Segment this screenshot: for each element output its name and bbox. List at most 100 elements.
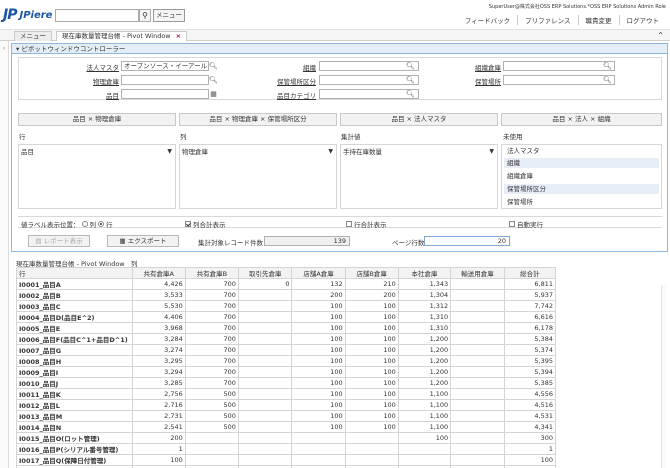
- report-button[interactable]: ▤ レポート表示: [28, 235, 90, 247]
- unused-item-org[interactable]: 組織: [504, 158, 659, 168]
- row-label-cell: I0016_品目P(シリアル番号管理): [16, 443, 133, 455]
- product-category-field[interactable]: [319, 89, 419, 99]
- autorun-checkbox[interactable]: [509, 221, 515, 227]
- column-header[interactable]: 総合計: [503, 267, 557, 279]
- jpiere-logo[interactable]: JP JPiere: [3, 6, 52, 24]
- global-search-input[interactable]: [55, 9, 139, 22]
- pivot-controller-header[interactable]: ▾ ピボットウィンドウコントローラー: [12, 44, 667, 54]
- search-icon[interactable]: 🔍︎: [603, 75, 612, 85]
- tab-menu[interactable]: メニュー: [14, 31, 52, 41]
- org-warehouse-label: 組織倉庫: [475, 64, 501, 72]
- value-cell: 700: [184, 289, 239, 301]
- combo-product-legal-entity[interactable]: 品目 × 法人マスタ: [340, 113, 498, 126]
- tab-pivot-label: 現在庫数量管理台帳 - Pivot Window: [62, 32, 171, 40]
- table-row[interactable]: I0010_品目J 3,285 700 100 100 1,200 5,385: [16, 377, 557, 389]
- triangle-down-icon[interactable]: ▼: [167, 147, 172, 157]
- value-cell: 5,394: [503, 366, 557, 378]
- search-icon[interactable]: 🔍︎: [209, 61, 218, 71]
- table-row[interactable]: I0001_品目A 4,426 700 0 132 210 1,343 6,811: [16, 278, 557, 290]
- row-field[interactable]: 品目 ▼: [21, 147, 173, 157]
- table-row[interactable]: I0011_品目K 2,756 500 100 100 1,100 4,556: [16, 388, 557, 400]
- table-row[interactable]: I0008_品目H 3,295 700 100 100 1,200 5,395: [16, 355, 557, 367]
- product-field[interactable]: [121, 89, 209, 99]
- physical-warehouse-field[interactable]: [121, 75, 209, 85]
- legal-entity-field[interactable]: オープンソース・イーアール: [121, 61, 209, 71]
- combo-product-legal-entity-org[interactable]: 品目 × 法人 × 組織: [501, 113, 662, 126]
- value-cell: 3,285: [131, 377, 186, 389]
- value-cell: 100: [344, 322, 399, 334]
- page-rows-label: ページ行数: [392, 239, 425, 247]
- storage-category-field[interactable]: [319, 75, 419, 85]
- col-total-checkbox[interactable]: [185, 221, 191, 227]
- autorun-option[interactable]: 自動実行: [509, 219, 543, 229]
- collapse-up-icon[interactable]: ⌃: [657, 31, 664, 40]
- row-zone-label: 行: [19, 133, 26, 141]
- table-row[interactable]: I0015_品目O(ロット管理) 200 100 300: [16, 432, 557, 444]
- column-header[interactable]: 共有倉庫B: [184, 267, 239, 279]
- close-icon[interactable]: ×: [176, 32, 181, 40]
- row-radio[interactable]: [98, 221, 104, 227]
- org-field[interactable]: [319, 61, 419, 71]
- column-header[interactable]: 取引先倉庫: [237, 267, 293, 279]
- unused-item-legal-entity[interactable]: 法人マスタ: [504, 146, 659, 156]
- triangle-down-icon[interactable]: ▼: [489, 147, 494, 157]
- column-header[interactable]: 本社倉庫: [397, 267, 452, 279]
- search-icon[interactable]: 🔍︎: [406, 75, 415, 85]
- agg-field[interactable]: 手持在庫数量 ▼: [343, 147, 495, 157]
- unused-dropzone[interactable]: 法人マスタ 組織 組織倉庫 保管場所区分 保管場所: [501, 144, 662, 209]
- col-dropzone[interactable]: 物理倉庫 ▼: [179, 144, 337, 209]
- row-dropzone[interactable]: 品目 ▼: [18, 144, 176, 209]
- table-row[interactable]: I0006_品目F(品目C^1+品目D^1) 3,284 700 100 100 1,20…: [16, 333, 557, 345]
- combo-product-physical-wh[interactable]: 品目 × 物理倉庫: [18, 113, 176, 126]
- value-cell: 100: [344, 410, 399, 422]
- table-row[interactable]: I0005_品目E 3,968 700 100 100 1,310 6,178: [16, 322, 557, 334]
- unused-item-storage-location[interactable]: 保管場所: [504, 197, 659, 207]
- table-row[interactable]: I0003_品目C 5,530 700 100 100 1,312 7,742: [16, 300, 557, 312]
- logout-link[interactable]: ログアウト: [618, 15, 667, 25]
- west-panel-toggle[interactable]: ›: [0, 41, 9, 468]
- triangle-down-icon[interactable]: ▼: [328, 147, 333, 157]
- tab-pivot-window[interactable]: 現在庫数量管理台帳 - Pivot Window ×: [56, 31, 188, 41]
- vertical-scrollbar[interactable]: [661, 285, 666, 468]
- table-row[interactable]: I0007_品目G 3,274 700 100 100 1,200 5,374: [16, 344, 557, 356]
- change-role-link[interactable]: 職責変更: [577, 15, 619, 25]
- search-icon[interactable]: 🔍︎: [603, 61, 612, 71]
- page-rows-field[interactable]: 20: [424, 236, 510, 246]
- table-row[interactable]: I0004_品目D(品目E^2) 4,406 700 100 100 1,310 6,616: [16, 311, 557, 323]
- product-picker-icon[interactable]: ▦: [209, 89, 218, 99]
- value-cell: 100: [131, 454, 186, 466]
- value-cell: [237, 355, 293, 367]
- table-row[interactable]: I0017_品目Q(保障日付管理) 100 100: [16, 454, 557, 466]
- search-icon[interactable]: 🔍︎: [406, 61, 415, 71]
- col-total-option[interactable]: 列合計表示: [185, 219, 226, 229]
- search-icon[interactable]: 🔍︎: [209, 75, 218, 85]
- pivot-grid: 行 共有倉庫A 共有倉庫B 取引先倉庫 店舗A倉庫 店舗B倉庫 本社倉庫 輸送用…: [16, 267, 557, 468]
- column-header[interactable]: 店舗A倉庫: [291, 267, 346, 279]
- unused-item-org-warehouse[interactable]: 組織倉庫: [504, 171, 659, 181]
- search-icon[interactable]: 🔍︎: [406, 89, 415, 99]
- agg-dropzone[interactable]: 手持在庫数量 ▼: [340, 144, 498, 209]
- row-total-checkbox[interactable]: [346, 221, 352, 227]
- col-radio[interactable]: [81, 221, 88, 227]
- unused-item-storage-category[interactable]: 保管場所区分: [504, 184, 659, 194]
- org-warehouse-field[interactable]: [503, 61, 615, 71]
- feedback-link[interactable]: フィードバック: [458, 15, 517, 25]
- table-row[interactable]: I0016_品目P(シリアル番号管理) 1 1: [16, 443, 557, 455]
- table-row[interactable]: I0012_品目L 2,716 500 100 100 1,100 4,516: [16, 399, 557, 411]
- preferences-link[interactable]: プリファレンス: [517, 15, 577, 25]
- table-row[interactable]: I0014_品目N 2,541 500 100 100 1,100 4,341: [16, 421, 557, 433]
- storage-location-field[interactable]: [503, 75, 615, 85]
- table-row[interactable]: I0013_品目M 2,731 500 100 100 1,100 4,531: [16, 410, 557, 422]
- export-button[interactable]: ▦ エクスポート: [107, 235, 179, 247]
- col-field[interactable]: 物理倉庫 ▼: [182, 147, 334, 157]
- menu-button[interactable]: メニュー: [153, 9, 185, 22]
- table-row[interactable]: I0009_品目I 3,294 700 100 100 1,200 5,394: [16, 366, 557, 378]
- column-header[interactable]: 店舗B倉庫: [344, 267, 399, 279]
- search-icon[interactable]: ⚲: [139, 9, 151, 22]
- column-header[interactable]: 共有倉庫A: [131, 267, 186, 279]
- table-row[interactable]: I0002_品目B 3,533 700 200 200 1,304 5,937: [16, 289, 557, 301]
- combo-product-physical-wh-storage[interactable]: 品目 × 物理倉庫 × 保管場所区分: [179, 113, 337, 126]
- row-total-option[interactable]: 行合計表示: [346, 219, 387, 229]
- value-cell: 6,811: [503, 278, 557, 290]
- column-header[interactable]: 輸送用倉庫: [450, 267, 505, 279]
